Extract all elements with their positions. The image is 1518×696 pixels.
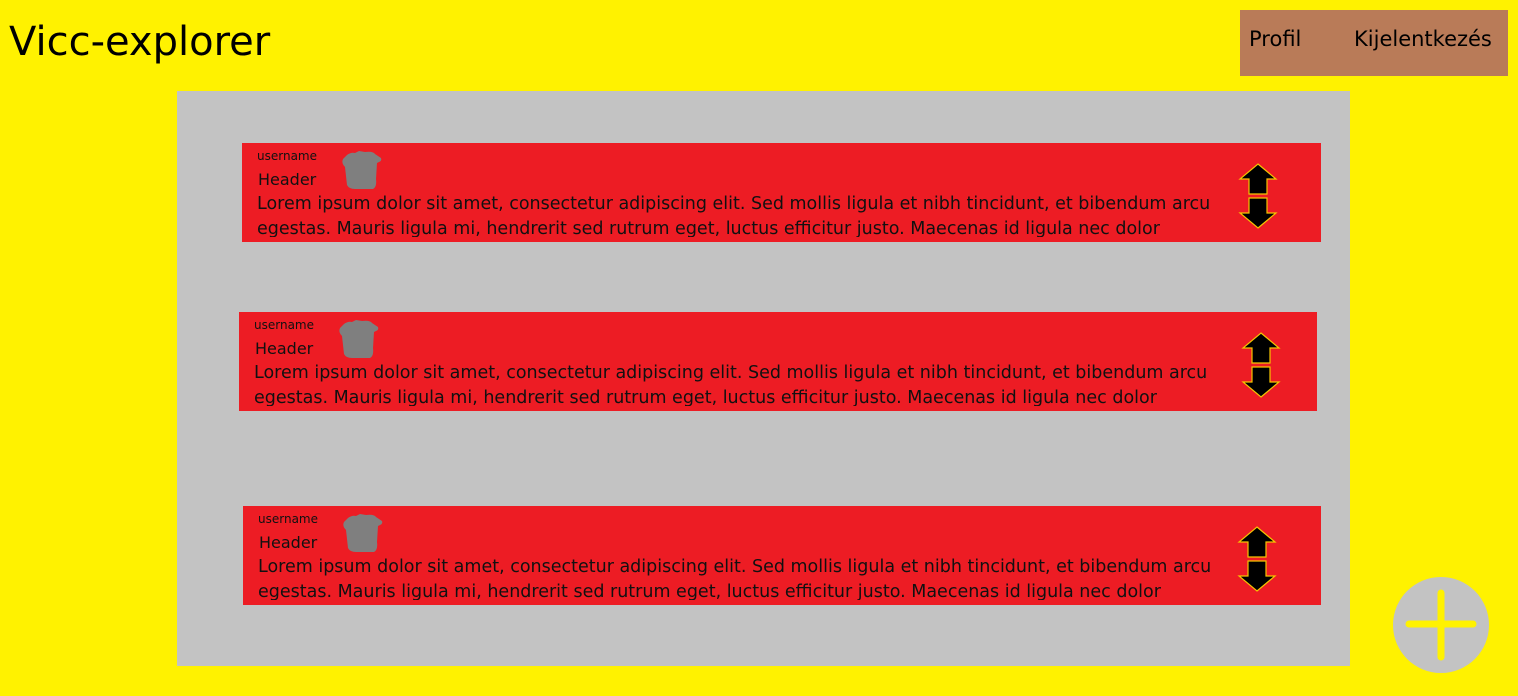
joke-header: Header bbox=[259, 533, 318, 552]
downvote-button[interactable] bbox=[1238, 197, 1278, 229]
joke-username: username bbox=[254, 318, 314, 332]
joke-username: username bbox=[258, 512, 318, 526]
arrow-down-icon bbox=[1241, 366, 1281, 398]
joke-text: Lorem ipsum dolor sit amet, consectetur … bbox=[254, 363, 1208, 406]
arrow-up-icon bbox=[1241, 332, 1281, 364]
joke-header: Header bbox=[255, 339, 314, 358]
downvote-button[interactable] bbox=[1241, 366, 1281, 398]
joke-feed[interactable]: username Header Lorem ipsum dolor sit am… bbox=[177, 91, 1350, 666]
trash-icon[interactable] bbox=[336, 512, 386, 554]
arrow-up-icon bbox=[1237, 526, 1277, 558]
app-title: Vicc-explorer bbox=[9, 19, 271, 65]
upvote-button[interactable] bbox=[1238, 163, 1278, 195]
profile-link[interactable]: Profil bbox=[1249, 10, 1301, 68]
upvote-button[interactable] bbox=[1241, 332, 1281, 364]
joke-text: Lorem ipsum dolor sit amet, consectetur … bbox=[258, 557, 1212, 600]
downvote-button[interactable] bbox=[1237, 560, 1277, 592]
add-joke-button[interactable] bbox=[1393, 577, 1489, 673]
joke-card: username Header Lorem ipsum dolor sit am… bbox=[243, 506, 1321, 605]
joke-card: username Header Lorem ipsum dolor sit am… bbox=[239, 312, 1317, 411]
joke-card: username Header Lorem ipsum dolor sit am… bbox=[242, 143, 1321, 242]
arrow-down-icon bbox=[1237, 560, 1277, 592]
joke-username: username bbox=[257, 149, 317, 163]
vote-control bbox=[1238, 163, 1278, 229]
plus-icon bbox=[1405, 589, 1477, 661]
upvote-button[interactable] bbox=[1237, 526, 1277, 558]
top-nav: Profil Kijelentkezés bbox=[1240, 10, 1508, 76]
vote-control bbox=[1237, 526, 1277, 592]
joke-text: Lorem ipsum dolor sit amet, consectetur … bbox=[257, 194, 1211, 237]
arrow-down-icon bbox=[1238, 197, 1278, 229]
vote-control bbox=[1241, 332, 1281, 398]
trash-icon[interactable] bbox=[335, 149, 385, 191]
trash-icon[interactable] bbox=[332, 318, 382, 360]
joke-header: Header bbox=[258, 170, 317, 189]
arrow-up-icon bbox=[1238, 163, 1278, 195]
logout-link[interactable]: Kijelentkezés bbox=[1354, 10, 1492, 68]
